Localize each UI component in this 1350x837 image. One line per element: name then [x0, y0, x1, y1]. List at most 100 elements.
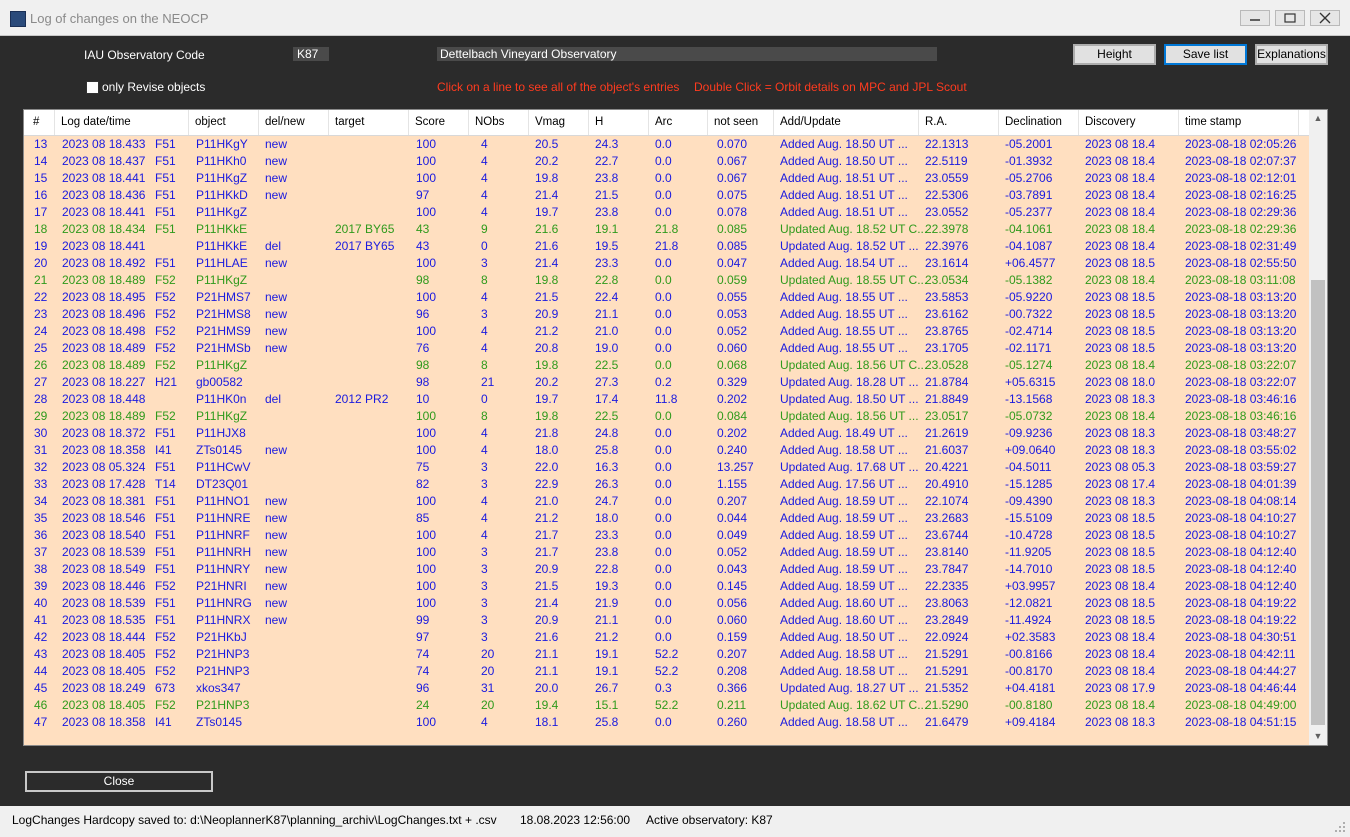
- cell-discovery: 2023 08 18.5: [1085, 256, 1156, 270]
- cell-timestamp: 2023-08-18 03:13:20: [1185, 307, 1297, 321]
- table-row[interactable]: 37 2023 08 18.539 F51 P11HNRH new 100 3 21.7 23.…: [24, 544, 1309, 561]
- explanations-button[interactable]: Explanations: [1255, 44, 1328, 65]
- scrollbar-thumb[interactable]: [1311, 280, 1325, 725]
- col-header[interactable]: object: [189, 110, 259, 135]
- col-header[interactable]: H: [589, 110, 649, 135]
- cell-arc: 0.0: [655, 545, 672, 559]
- col-header[interactable]: #: [24, 110, 55, 135]
- col-header[interactable]: Score: [409, 110, 469, 135]
- table-row[interactable]: 41 2023 08 18.535 F51 P11HNRX new 99 3 20.9 21.1…: [24, 612, 1309, 629]
- cell-object: P21HNRI: [196, 579, 247, 593]
- cell-index: 46: [34, 698, 48, 712]
- table-row[interactable]: 18 2023 08 18.434 F51 P11HKkE 2017 BY65 43 9 21…: [24, 221, 1309, 238]
- cell-add-update: Updated Aug. 18.27 UT ...: [780, 681, 919, 695]
- cell-vmag: 20.9: [535, 562, 559, 576]
- log-table[interactable]: # Log date/time object del/new target Sc…: [23, 109, 1328, 746]
- cell-discovery: 2023 08 18.4: [1085, 273, 1156, 287]
- cell-nobs: 3: [481, 579, 488, 593]
- cell-score: 98: [416, 273, 430, 287]
- table-row[interactable]: 42 2023 08 18.444 F52 P21HKbJ 97 3 21.6 21.2 0.0…: [24, 629, 1309, 646]
- col-header[interactable]: del/new: [259, 110, 329, 135]
- cell-object: P11HKgZ: [196, 171, 248, 185]
- iau-code-field[interactable]: K87: [293, 47, 329, 61]
- cell-delnew: del: [265, 392, 282, 406]
- table-row[interactable]: 13 2023 08 18.433 F51 P11HKgY new 100 4 20.5 24.…: [24, 136, 1309, 153]
- table-row[interactable]: 17 2023 08 18.441 F51 P11HKgZ 100 4 19.7 23.8 0.…: [24, 204, 1309, 221]
- only-revise-checkbox[interactable]: [86, 81, 99, 94]
- table-row[interactable]: 20 2023 08 18.492 F51 P11HLAE new 100 3 21.4 23.…: [24, 255, 1309, 272]
- table-row[interactable]: 43 2023 08 18.405 F52 P21HNP3 74 20 21.1 19.1 52…: [24, 646, 1309, 663]
- cell-target: 2017 BY65: [335, 222, 395, 236]
- table-row[interactable]: 47 2023 08 18.358 I41 ZTs0145 100 4 18.1 25.8 0.…: [24, 714, 1309, 731]
- table-row[interactable]: 14 2023 08 18.437 F51 P11HKh0 new 100 4 20.2 22.…: [24, 153, 1309, 170]
- table-row[interactable]: 46 2023 08 18.405 F52 P21HNP3 24 20 19.4 15.1 52…: [24, 697, 1309, 714]
- resize-grip-icon[interactable]: [1334, 821, 1346, 833]
- cell-log-date: 2023 08 17.428: [62, 477, 146, 491]
- cell-h: 19.5: [595, 239, 619, 253]
- cell-arc: 0.0: [655, 154, 672, 168]
- cell-h: 16.3: [595, 460, 619, 474]
- save-list-button[interactable]: Save list: [1164, 44, 1247, 65]
- scroll-down-icon[interactable]: ▼: [1309, 728, 1327, 745]
- cell-nobs: 4: [481, 188, 488, 202]
- vertical-scrollbar[interactable]: ▲ ▼: [1309, 110, 1327, 745]
- cell-ra: 22.1074: [925, 494, 969, 508]
- cell-ra: 20.4910: [925, 477, 969, 491]
- cell-not-seen: 0.207: [717, 647, 748, 661]
- table-row[interactable]: 45 2023 08 18.249 673 xkos347 96 31 20.0 26.7 0.…: [24, 680, 1309, 697]
- table-row[interactable]: 27 2023 08 18.227 H21 gb00582 98 21 20.2 27.3 0.…: [24, 374, 1309, 391]
- table-row[interactable]: 19 2023 08 18.441 P11HKkE del 2017 BY65 43 0 21…: [24, 238, 1309, 255]
- col-header[interactable]: Log date/time: [55, 110, 189, 135]
- table-row[interactable]: 24 2023 08 18.498 F52 P21HMS9 new 100 4 21.2 21.…: [24, 323, 1309, 340]
- col-header[interactable]: NObs: [469, 110, 529, 135]
- table-row[interactable]: 35 2023 08 18.546 F51 P11HNRE new 85 4 21.2 18.0…: [24, 510, 1309, 527]
- cell-vmag: 19.4: [535, 698, 559, 712]
- table-row[interactable]: 28 2023 08 18.448 P11HK0n del 2012 PR2 10 0 19.…: [24, 391, 1309, 408]
- table-row[interactable]: 21 2023 08 18.489 F52 P11HKgZ 98 8 19.8 22.8 0.0…: [24, 272, 1309, 289]
- table-row[interactable]: 25 2023 08 18.489 F52 P21HMSb new 76 4 20.8 19.0…: [24, 340, 1309, 357]
- cell-not-seen: 0.043: [717, 562, 748, 576]
- table-row[interactable]: 33 2023 08 17.428 T14 DT23Q01 82 3 22.9 26.3 0.0…: [24, 476, 1309, 493]
- table-row[interactable]: 32 2023 08 05.324 F51 P11HCwV 75 3 22.0 16.3 0.0…: [24, 459, 1309, 476]
- cell-station: F51: [155, 222, 176, 236]
- close-button[interactable]: Close: [25, 771, 213, 792]
- maximize-button[interactable]: [1275, 10, 1305, 26]
- col-header[interactable]: Discovery: [1079, 110, 1179, 135]
- status-bar: LogChanges Hardcopy saved to: d:\Neoplan…: [0, 806, 1350, 837]
- table-row[interactable]: 39 2023 08 18.446 F52 P21HNRI new 100 3 21.5 19.…: [24, 578, 1309, 595]
- table-row[interactable]: 22 2023 08 18.495 F52 P21HMS7 new 100 4 21.5 22.…: [24, 289, 1309, 306]
- col-header[interactable]: Arc: [649, 110, 708, 135]
- col-header[interactable]: Add/Update: [774, 110, 919, 135]
- table-row[interactable]: 34 2023 08 18.381 F51 P11HNO1 new 100 4 21.0 24.…: [24, 493, 1309, 510]
- cell-station: F51: [155, 562, 176, 576]
- col-header[interactable]: Vmag: [529, 110, 589, 135]
- col-header[interactable]: R.A.: [919, 110, 999, 135]
- cell-object: P11HKgZ: [196, 409, 248, 423]
- cell-h: 18.0: [595, 511, 619, 525]
- table-row[interactable]: 23 2023 08 18.496 F52 P21HMS8 new 96 3 20.9 21.1…: [24, 306, 1309, 323]
- cell-declination: -04.5011: [1005, 460, 1052, 474]
- only-revise-label[interactable]: only Revise objects: [102, 80, 205, 94]
- cell-add-update: Added Aug. 18.50 UT ...: [780, 630, 908, 644]
- col-header[interactable]: Declination: [999, 110, 1079, 135]
- scroll-up-icon[interactable]: ▲: [1309, 110, 1327, 127]
- table-row[interactable]: 30 2023 08 18.372 F51 P11HJX8 100 4 21.8 24.8 0.…: [24, 425, 1309, 442]
- table-row[interactable]: 29 2023 08 18.489 F52 P11HKgZ 100 8 19.8 22.5 0.…: [24, 408, 1309, 425]
- table-row[interactable]: 36 2023 08 18.540 F51 P11HNRF new 100 4 21.7 23.…: [24, 527, 1309, 544]
- table-row[interactable]: 26 2023 08 18.489 F52 P11HKgZ 98 8 19.8 22.5 0.0…: [24, 357, 1309, 374]
- height-button[interactable]: Height: [1073, 44, 1156, 65]
- table-row[interactable]: 38 2023 08 18.549 F51 P11HNRY new 100 3 20.9 22.…: [24, 561, 1309, 578]
- cell-arc: 0.2: [655, 375, 672, 389]
- table-row[interactable]: 16 2023 08 18.436 F51 P11HKkD new 97 4 21.4 21.5…: [24, 187, 1309, 204]
- col-header[interactable]: not seen: [708, 110, 774, 135]
- minimize-button[interactable]: [1240, 10, 1270, 26]
- table-row[interactable]: 44 2023 08 18.405 F52 P21HNP3 74 20 21.1 19.1 52…: [24, 663, 1309, 680]
- table-row[interactable]: 15 2023 08 18.441 F51 P11HKgZ new 100 4 19.8 23.…: [24, 170, 1309, 187]
- table-row[interactable]: 31 2023 08 18.358 I41 ZTs0145 new 100 4 18.0 25.…: [24, 442, 1309, 459]
- cell-score: 100: [416, 528, 437, 542]
- col-header[interactable]: target: [329, 110, 409, 135]
- col-header[interactable]: time stamp: [1179, 110, 1299, 135]
- close-window-button[interactable]: [1310, 10, 1340, 26]
- cell-discovery: 2023 08 18.4: [1085, 137, 1156, 151]
- table-row[interactable]: 40 2023 08 18.539 F51 P11HNRG new 100 3 21.4 21.…: [24, 595, 1309, 612]
